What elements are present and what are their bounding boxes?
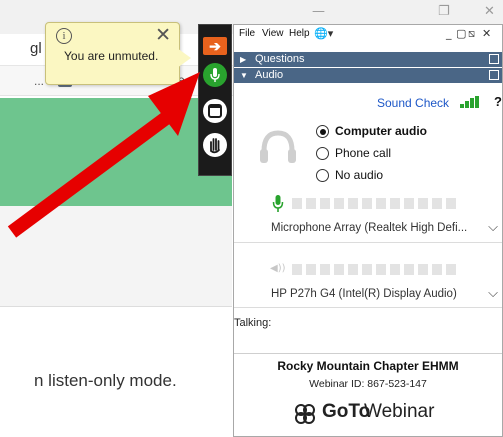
divider	[234, 242, 502, 243]
microphone-level-icon	[272, 195, 284, 212]
popout-icon[interactable]	[489, 70, 499, 80]
meter-segment	[446, 264, 456, 275]
footer-divider	[234, 353, 502, 354]
meter-segment	[292, 264, 302, 275]
raise-hand-button[interactable]	[203, 133, 227, 157]
panel-menubar: File View Help 🌐▾ _ ▢ ⧅ ✕	[234, 25, 502, 45]
info-icon: i	[56, 28, 72, 44]
meter-segment	[362, 264, 372, 275]
meter-segment	[446, 198, 456, 209]
sound-check-link[interactable]: Sound Check	[377, 96, 449, 110]
meter-segment	[404, 264, 414, 275]
tooltip-close-icon[interactable]: ✕	[155, 24, 171, 46]
window-close-icon[interactable]: ✕	[484, 4, 495, 19]
panel-popout-icon[interactable]: ⧅	[468, 27, 475, 41]
audio-label: Audio	[255, 69, 284, 81]
tooltip-pointer	[177, 48, 191, 68]
menu-file[interactable]: File	[239, 28, 255, 39]
listen-only-text: n listen-only mode.	[34, 371, 177, 390]
microphone-device-value: Microphone Array (Realtek High Defi...	[271, 222, 468, 234]
meter-segment	[348, 264, 358, 275]
meter-segment	[418, 264, 428, 275]
expand-triangle-icon: ▶	[240, 55, 247, 64]
panel-close-icon[interactable]: ✕	[482, 27, 491, 40]
goto-control-panel: File View Help 🌐▾ _ ▢ ⧅ ✕ ▶ Questions ▼ …	[233, 24, 503, 437]
brand-goto-text: GoTo	[322, 401, 371, 422]
meter-segment	[390, 264, 400, 275]
meter-segment	[418, 198, 428, 209]
panel-restore-icon[interactable]: ▢	[456, 27, 466, 40]
screen-icon	[204, 100, 226, 122]
microphone-icon	[210, 68, 220, 82]
speaker-select[interactable]: HP P27h G4 (Intel(R) Display Audio) ⌵	[234, 284, 502, 308]
bookmark-overflow[interactable]: ...	[34, 74, 44, 88]
meter-segment	[334, 264, 344, 275]
questions-label: Questions	[255, 53, 305, 65]
brand-webinar-text: Webinar	[364, 401, 435, 422]
speaker-device-value: HP P27h G4 (Intel(R) Display Audio)	[271, 288, 457, 300]
questions-section-header[interactable]: ▶ Questions	[234, 52, 502, 67]
tooltip-message: You are unmuted.	[64, 49, 159, 63]
collapse-triangle-icon: ▼	[240, 71, 248, 80]
audio-help-icon[interactable]: ?	[494, 94, 502, 109]
webinar-name: Rocky Mountain Chapter EHMM	[277, 359, 459, 373]
meter-segment	[362, 198, 372, 209]
hand-icon	[204, 134, 226, 156]
speaker-icon: ◀))	[270, 263, 286, 274]
meter-segment	[306, 198, 316, 209]
page-content-area	[0, 206, 232, 306]
meter-segment	[292, 198, 302, 209]
menu-view[interactable]: View	[262, 28, 284, 39]
menu-help[interactable]: Help	[289, 28, 310, 39]
option-label: Phone call	[335, 146, 392, 160]
minimize-icon[interactable]: —	[312, 4, 325, 19]
radio-button[interactable]	[316, 125, 329, 138]
restore-icon[interactable]: ❐	[438, 4, 450, 19]
collapse-panel-button[interactable]: ➔	[203, 37, 227, 55]
meter-segment	[432, 198, 442, 209]
meter-segment	[334, 198, 344, 209]
webinar-id: Webinar ID: 867-523-147	[309, 378, 427, 390]
divider	[234, 307, 502, 308]
panel-minimize-icon[interactable]: _	[446, 27, 452, 40]
page-divider	[0, 306, 232, 307]
chevron-down-icon: ⌵	[488, 220, 498, 235]
meter-segment	[404, 198, 414, 209]
audio-section-header[interactable]: ▼ Audio	[234, 68, 502, 83]
talking-label: Talking:	[234, 317, 272, 329]
meter-segment	[432, 264, 442, 275]
meter-segment	[348, 198, 358, 209]
mic-unmute-button[interactable]	[203, 63, 227, 87]
meter-segment	[320, 264, 330, 275]
language-globe-icon[interactable]: 🌐▾	[314, 27, 333, 40]
meter-segment	[306, 264, 316, 275]
chevron-down-icon: ⌵	[488, 286, 498, 301]
unmuted-tooltip: i ✕ You are unmuted.	[45, 22, 180, 85]
microphone-select[interactable]: Microphone Array (Realtek High Defi... ⌵	[234, 218, 502, 242]
screen-view-button[interactable]	[203, 99, 227, 123]
option-label: Computer audio	[335, 124, 427, 138]
meter-segment	[320, 198, 330, 209]
address-text: gl	[30, 40, 42, 57]
meter-segment	[390, 198, 400, 209]
goto-grabber-tab: ➔	[198, 24, 232, 176]
popout-icon[interactable]	[489, 54, 499, 64]
option-label: No audio	[335, 168, 384, 182]
radio-button[interactable]	[316, 169, 329, 182]
radio-button[interactable]	[316, 147, 329, 160]
meter-segment	[376, 264, 386, 275]
meter-segment	[376, 198, 386, 209]
headset-icon	[260, 130, 296, 163]
goto-flower-icon	[295, 404, 315, 424]
